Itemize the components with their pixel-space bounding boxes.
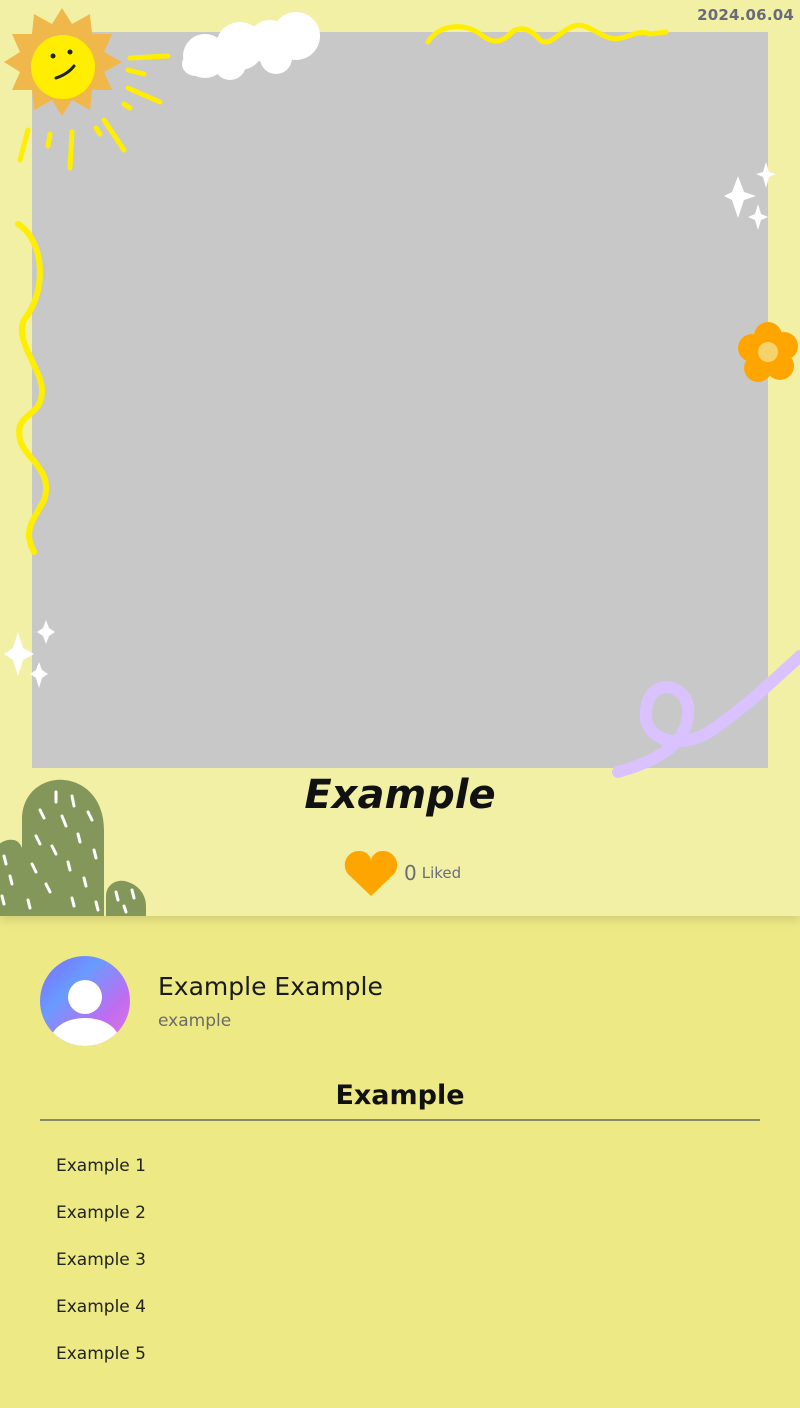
avatar[interactable] [40,956,130,1046]
section-title: Example [335,1080,465,1111]
like-label: Liked [421,864,462,882]
list-item[interactable]: Example 2 [56,1202,146,1249]
list-item[interactable]: Example 4 [56,1296,146,1343]
list-item[interactable]: Example 3 [56,1249,146,1296]
heart-icon[interactable] [344,848,398,898]
photo-card: 2024.06.04 Example 0 Liked [0,0,800,916]
photo-placeholder [32,32,768,768]
like-count: 0 [404,861,417,885]
user-avatar-icon [51,980,119,1046]
example-list: Example 1 Example 2 Example 3 Example 4 … [56,1155,146,1390]
post-date: 2024.06.04 [697,6,794,24]
like-row: 0 Liked [344,848,461,898]
list-item[interactable]: Example 1 [56,1155,146,1202]
divider [40,1119,760,1121]
profile-name: Example Example [158,971,383,1001]
profile-handle: example [158,1010,232,1031]
card-title: Example [304,772,496,818]
list-item[interactable]: Example 5 [56,1343,146,1390]
profile-header[interactable]: Example Example example [40,956,383,1046]
